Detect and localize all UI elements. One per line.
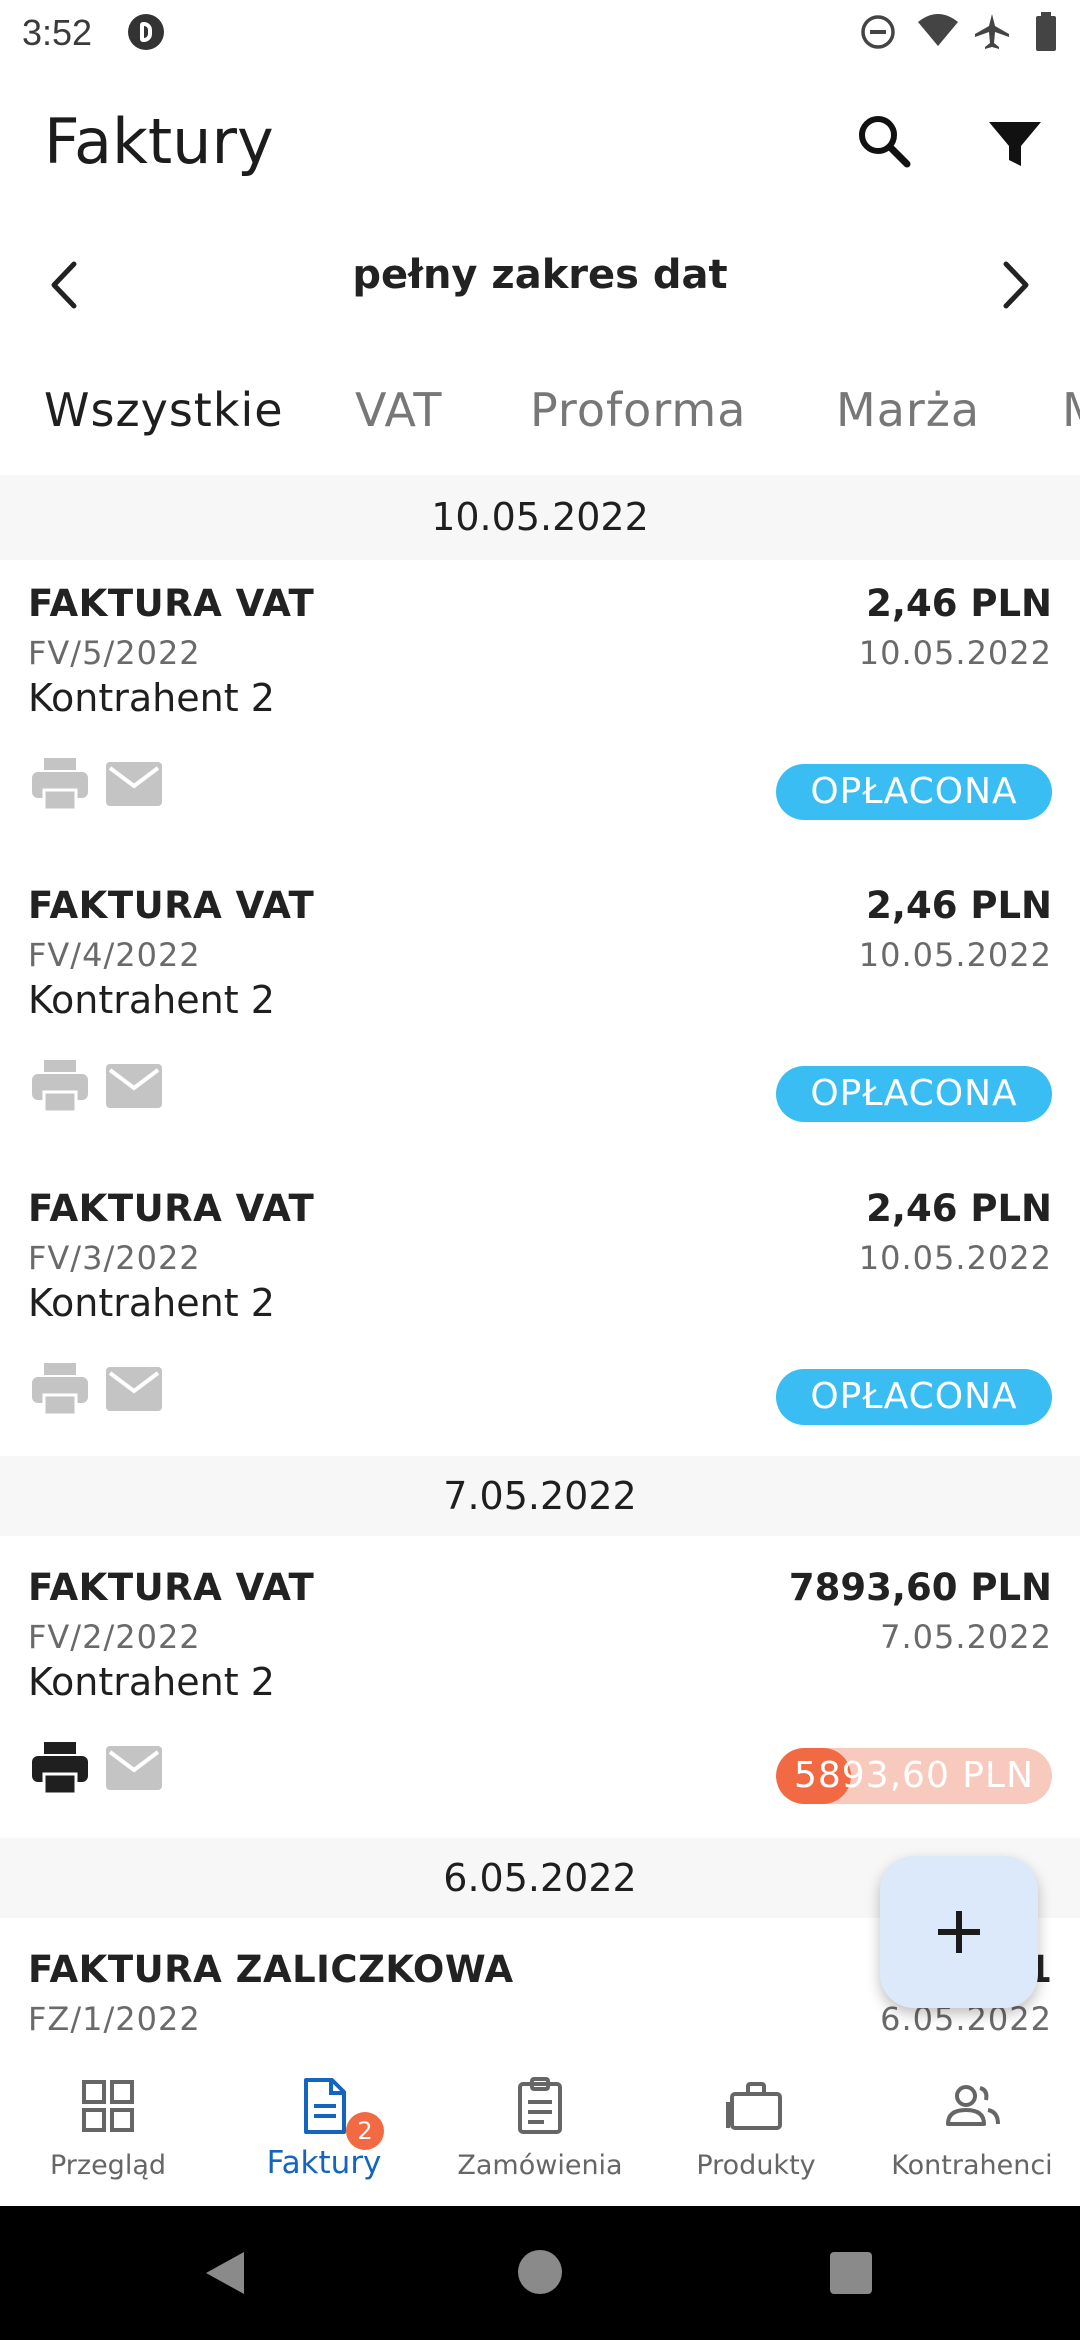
print-icon[interactable] — [30, 1740, 90, 1796]
status-badge: OPŁACONA — [776, 764, 1052, 820]
nav-item-przeglad[interactable]: Przegląd — [0, 2050, 216, 2206]
clipboard-icon — [518, 2077, 562, 2134]
mail-icon[interactable] — [104, 760, 164, 808]
date-group-header: 10.05.2022 — [0, 475, 1080, 560]
add-invoice-button[interactable] — [880, 1856, 1038, 2008]
document-icon — [304, 2078, 346, 2134]
invoice-number: FV/2/2022 — [28, 1618, 201, 1656]
invoice-date: 7.05.2022 — [880, 1618, 1052, 1656]
chevron-right-icon[interactable] — [980, 250, 1050, 320]
tab-vat[interactable]: VAT — [355, 383, 443, 437]
nav-label: Faktury — [266, 2145, 382, 2181]
print-icon[interactable] — [30, 1361, 90, 1417]
grid-icon — [82, 2080, 134, 2132]
system-navigation-bar — [0, 2206, 1080, 2340]
airplane-mode-icon — [975, 14, 1009, 49]
invoice-type: FAKTURA VAT — [28, 582, 315, 625]
nav-label: Zamówienia — [457, 2150, 623, 2181]
wifi-icon — [918, 14, 958, 46]
date-group-header: 7.05.2022 — [0, 1456, 1080, 1536]
home-icon[interactable] — [516, 2248, 564, 2296]
invoice-list-item[interactable]: FAKTURA VAT FV/4/2022 Kontrahent 2 2,46 … — [0, 868, 1080, 1168]
invoice-number: FV/4/2022 — [28, 936, 201, 974]
invoice-client: Kontrahent 2 — [28, 978, 275, 1022]
invoice-client: Kontrahent 2 — [28, 676, 275, 720]
tab-proforma[interactable]: Proforma — [530, 383, 746, 437]
briefcase-icon — [726, 2082, 782, 2130]
nav-item-zamowienia[interactable]: Zamówienia — [432, 2050, 648, 2206]
invoice-type: FAKTURA VAT — [28, 1187, 315, 1230]
invoice-amount: 7893,60 PLN — [788, 1566, 1052, 1609]
page-title: Faktury — [44, 105, 274, 178]
search-icon[interactable] — [845, 102, 925, 182]
nav-label: Kontrahenci — [891, 2150, 1053, 2181]
back-icon[interactable] — [200, 2248, 250, 2298]
invoice-client: Kontrahent 2 — [28, 1281, 275, 1325]
invoice-amount: 2,46 PLN — [866, 884, 1052, 927]
invoice-number: FV/3/2022 — [28, 1239, 201, 1277]
print-icon[interactable] — [30, 756, 90, 812]
nav-label: Produkty — [696, 2150, 816, 2181]
invoice-type: FAKTURA ZALICZKOWA — [28, 1948, 514, 1991]
status-badge: OPŁACONA — [776, 1066, 1052, 1122]
status-time: 3:52 — [22, 12, 93, 53]
nav-item-produkty[interactable]: Produkty — [648, 2050, 864, 2206]
invoice-client: Kontrahent 2 — [28, 1660, 275, 1704]
nav-item-kontrahenci[interactable]: Kontrahenci — [864, 2050, 1080, 2206]
filter-icon[interactable] — [975, 102, 1055, 182]
date-range-label[interactable]: pełny zakres dat — [0, 252, 1080, 298]
payment-progress-badge: 5893,60 PLN — [776, 1748, 1052, 1804]
tab-more[interactable]: M — [1062, 383, 1080, 437]
invoice-list-item[interactable]: FAKTURA VAT FV/5/2022 Kontrahent 2 2,46 … — [0, 566, 1080, 866]
invoice-list-item[interactable]: FAKTURA VAT FV/2/2022 Kontrahent 2 7893,… — [0, 1550, 1080, 1850]
people-icon — [946, 2085, 1000, 2126]
status-badge: OPŁACONA — [776, 1369, 1052, 1425]
invoice-amount: 2,46 PLN — [866, 582, 1052, 625]
invoice-list-item[interactable]: FAKTURA VAT FV/3/2022 Kontrahent 2 2,46 … — [0, 1171, 1080, 1471]
battery-icon — [1036, 12, 1056, 51]
tab-marza[interactable]: Marża — [836, 383, 980, 437]
invoice-type: FAKTURA VAT — [28, 1566, 315, 1609]
nav-item-faktury[interactable]: 2 Faktury — [216, 2050, 432, 2206]
mail-icon[interactable] — [104, 1062, 164, 1110]
invoice-type: FAKTURA VAT — [28, 884, 315, 927]
tab-wszystkie[interactable]: Wszystkie — [44, 383, 284, 437]
invoice-date: 10.05.2022 — [858, 634, 1052, 672]
invoice-number: FV/5/2022 — [28, 634, 201, 672]
nav-label: Przegląd — [49, 2150, 166, 2181]
notification-app-icon — [128, 14, 164, 50]
print-icon[interactable] — [30, 1058, 90, 1114]
invoice-amount: 2,46 PLN — [866, 1187, 1052, 1230]
mail-icon[interactable] — [104, 1365, 164, 1413]
plus-icon — [938, 1911, 980, 1953]
invoice-date: 10.05.2022 — [858, 1239, 1052, 1277]
remaining-amount: 5893,60 PLN — [793, 1755, 1034, 1796]
bottom-navigation: Przegląd 2 Faktury Zamówienia Produkty K… — [0, 2050, 1080, 2206]
invoice-number: FZ/1/2022 — [28, 2000, 201, 2038]
do-not-disturb-icon — [861, 15, 895, 49]
invoice-date: 10.05.2022 — [858, 936, 1052, 974]
mail-icon[interactable] — [104, 1744, 164, 1792]
recents-icon[interactable] — [828, 2250, 874, 2296]
